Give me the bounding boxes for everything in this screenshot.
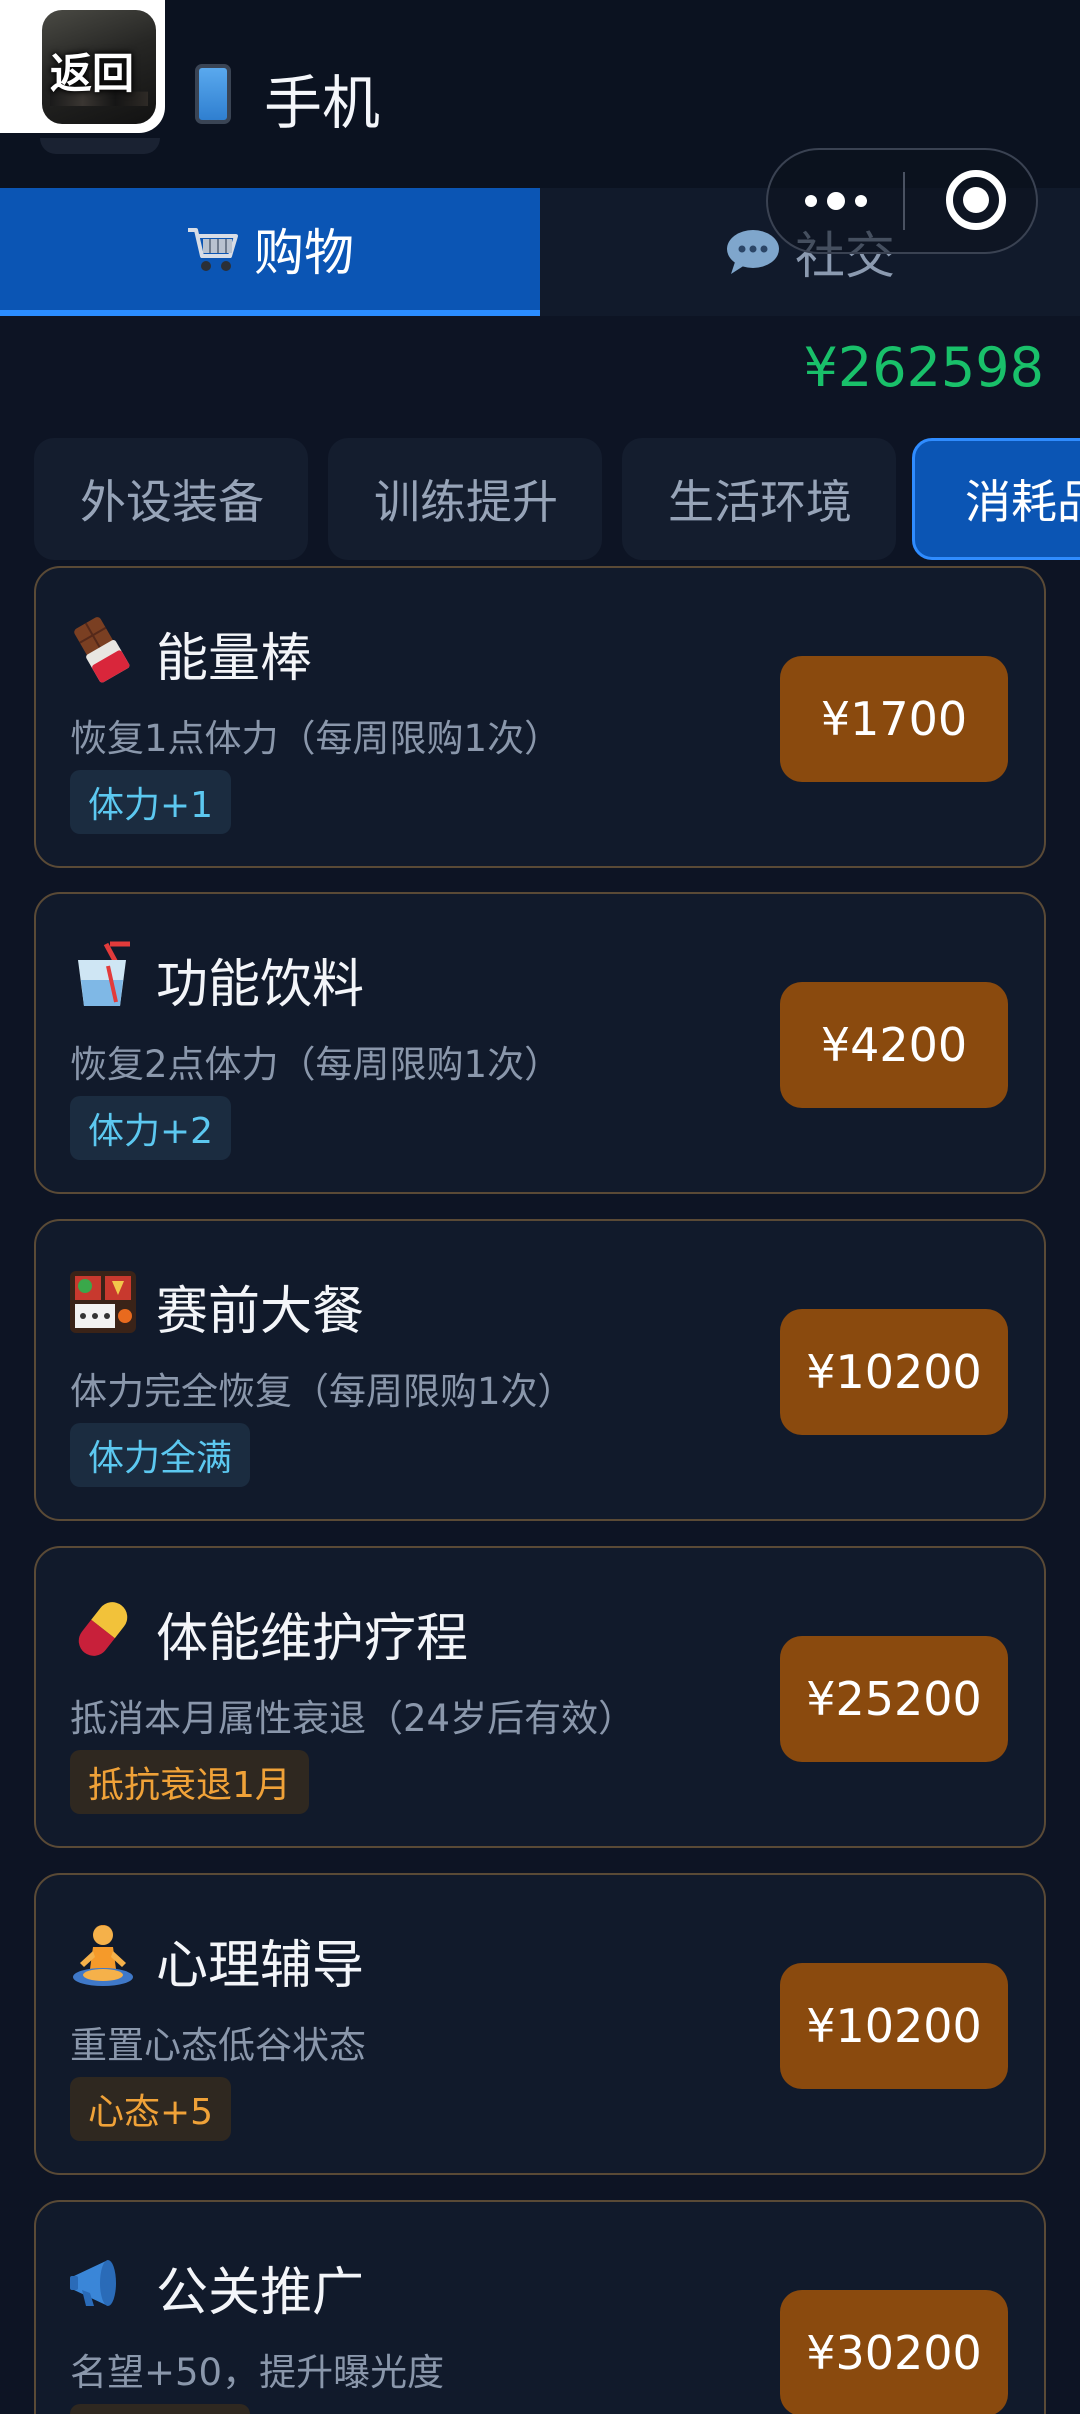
drink-cup-icon <box>78 941 130 1006</box>
item-effect-badge: 体力+2 <box>70 1096 232 1160</box>
pill-icon <box>78 1602 128 1656</box>
category-tab-label: 生活环境 <box>668 475 852 529</box>
item-description: 恢复1点体力（每周限购1次） <box>70 717 562 760</box>
mobile-phone-icon <box>195 64 231 124</box>
item-name: 体能维护疗程 <box>156 1609 469 1669</box>
money-balance: ¥262598 <box>803 336 1045 399</box>
item-effect-badge: 体力全满 <box>70 1423 251 1487</box>
shop-item-card: 能量棒 恢复1点体力（每周限购1次） 体力+1 ¥1700 <box>34 566 1046 868</box>
category-tab-label: 消耗品 <box>965 475 1080 529</box>
more-options-button[interactable] <box>768 150 903 252</box>
phone-shop-page: 返回 手机 购物 社交 ¥262598 外设装备 训练提升 生活环境 消耗 能量… <box>0 0 1080 2414</box>
item-name: 能量棒 <box>156 629 313 689</box>
category-tab-label: 外设装备 <box>80 475 264 529</box>
shop-item-card: 体能维护疗程 抵消本月属性衰退（24岁后有效） 抵抗衰退1月 ¥25200 <box>34 1546 1046 1848</box>
category-tab-bar: 外设装备 训练提升 生活环境 消耗品 <box>0 436 1080 566</box>
shopping-cart-icon <box>188 228 238 271</box>
buy-button[interactable]: ¥10200 <box>780 1963 1008 2089</box>
shop-item-card: 赛前大餐 体力完全恢复（每周限购1次） 体力全满 ¥10200 <box>34 1219 1046 1521</box>
buy-button[interactable]: ¥10200 <box>780 1309 1008 1435</box>
close-miniprogram-icon[interactable] <box>946 170 1006 230</box>
item-description: 恢复2点体力（每周限购1次） <box>70 1043 562 1086</box>
shop-item-card: 心理辅导 重置心态低谷状态 心态+5 ¥10200 <box>34 1873 1046 2175</box>
chocolate-bar-icon <box>74 617 130 683</box>
buy-button[interactable]: ¥1700 <box>780 656 1008 782</box>
buy-button[interactable]: ¥4200 <box>780 982 1008 1108</box>
item-description: 体力完全恢复（每周限购1次） <box>70 1370 575 1413</box>
miniprogram-capsule <box>766 148 1038 254</box>
item-description: 名望+50，提升曝光度 <box>70 2351 445 2394</box>
back-button-shadow <box>40 138 160 154</box>
tab-shopping[interactable]: 购物 <box>0 188 540 316</box>
item-name: 功能饮料 <box>156 955 365 1015</box>
back-label: 返回 <box>50 49 135 98</box>
shop-item-card: 功能饮料 恢复2点体力（每周限购1次） 体力+2 ¥4200 <box>34 892 1046 1194</box>
category-tab-consumables[interactable]: 消耗品 <box>912 438 1080 560</box>
category-tab-label: 训练提升 <box>374 475 558 529</box>
item-effect-badge: 心态+5 <box>70 2077 232 2141</box>
item-effect-badge <box>70 2404 250 2414</box>
bento-box-icon <box>70 1271 136 1333</box>
tab-shopping-label: 购物 <box>254 224 354 282</box>
shop-item-card: 公关推广 名望+50，提升曝光度 ¥30200 <box>34 2200 1046 2414</box>
item-name: 公关推广 <box>156 2263 365 2323</box>
capsule-divider <box>903 172 905 230</box>
back-button[interactable]: 返回 <box>0 0 165 133</box>
meditation-person-icon <box>73 1925 133 1986</box>
buy-button[interactable]: ¥30200 <box>780 2290 1008 2414</box>
item-name: 赛前大餐 <box>156 1282 365 1342</box>
item-effect-badge: 体力+1 <box>70 770 232 834</box>
category-tab-training[interactable]: 训练提升 <box>328 438 602 560</box>
buy-button[interactable]: ¥25200 <box>780 1636 1008 1762</box>
category-tab-peripherals[interactable]: 外设装备 <box>34 438 308 560</box>
page-title: 手机 <box>264 69 381 137</box>
item-name: 心理辅导 <box>156 1936 365 1996</box>
item-description: 重置心态低谷状态 <box>70 2024 366 2067</box>
category-tab-living[interactable]: 生活环境 <box>622 438 896 560</box>
item-effect-badge: 抵抗衰退1月 <box>70 1750 309 1814</box>
megaphone-icon <box>70 2260 116 2306</box>
item-description: 抵消本月属性衰退（24岁后有效） <box>70 1697 636 1740</box>
